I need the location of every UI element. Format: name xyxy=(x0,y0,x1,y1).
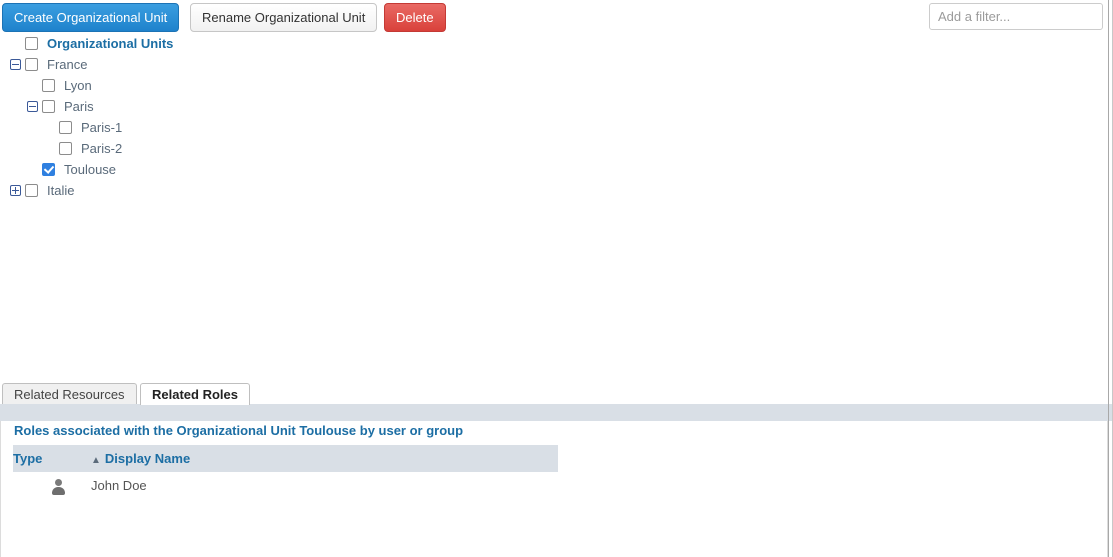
sort-ascending-icon: ▲ xyxy=(91,455,101,466)
panel-body: Roles associated with the Organizational… xyxy=(0,421,1108,557)
tree-node-toulouse[interactable]: Toulouse xyxy=(0,159,600,180)
tree-node-organizational-units[interactable]: Organizational Units xyxy=(0,33,600,54)
checkbox[interactable] xyxy=(25,58,38,71)
checkbox[interactable] xyxy=(42,79,55,92)
organizational-unit-tree: Organizational Units France Lyon Paris Paris… xyxy=(0,33,600,201)
tree-node-label: France xyxy=(47,57,88,72)
create-organizational-unit-button[interactable]: Create Organizational Unit xyxy=(2,3,180,32)
expand-icon[interactable] xyxy=(10,185,21,196)
column-header-type[interactable]: Type xyxy=(13,445,91,472)
tree-node-lyon[interactable]: Lyon xyxy=(0,75,600,96)
tree-node-label: Italie xyxy=(47,183,75,198)
cell-display-name: John Doe xyxy=(91,478,147,493)
tree-node-paris[interactable]: Paris xyxy=(0,96,600,117)
checkbox[interactable] xyxy=(42,163,55,176)
tree-node-label: Lyon xyxy=(64,78,92,93)
collapse-icon[interactable] xyxy=(27,101,38,112)
user-icon xyxy=(51,478,66,495)
tree-node-label: Toulouse xyxy=(64,162,117,177)
collapse-icon[interactable] xyxy=(10,59,21,70)
filter-input[interactable] xyxy=(929,3,1103,30)
checkbox[interactable] xyxy=(25,184,38,197)
table-row[interactable]: John Doe xyxy=(13,472,558,499)
related-info-panel: Related Resources Related Roles Roles as… xyxy=(0,381,1113,557)
right-edge-rule xyxy=(1108,0,1109,557)
roles-table: Type ▲ Display Name John Doe xyxy=(13,445,558,499)
tree-node-italie[interactable]: Italie xyxy=(0,180,600,201)
column-header-display-name-label: Display Name xyxy=(104,451,191,466)
tab-related-resources[interactable]: Related Resources xyxy=(2,383,137,405)
tree-node-label: Paris-1 xyxy=(81,120,123,135)
tree-node-label: Paris xyxy=(64,99,94,114)
toolbar: Create Organizational Unit Rename Organi… xyxy=(0,0,1113,36)
tree-node-paris-2[interactable]: Paris-2 xyxy=(0,138,600,159)
cell-type xyxy=(13,472,91,499)
tree-node-label: Paris-2 xyxy=(81,141,123,156)
tree-node-label: Organizational Units xyxy=(47,36,174,51)
delete-button[interactable]: Delete xyxy=(384,3,446,32)
tree-node-france[interactable]: France xyxy=(0,54,600,75)
tab-related-roles[interactable]: Related Roles xyxy=(140,383,250,405)
roles-table-body: John Doe xyxy=(13,472,558,499)
table-header-row: Type ▲ Display Name xyxy=(13,445,558,472)
tree-node-paris-1[interactable]: Paris-1 xyxy=(0,117,600,138)
checkbox[interactable] xyxy=(25,37,38,50)
checkbox[interactable] xyxy=(59,121,72,134)
panel-heading: Roles associated with the Organizational… xyxy=(14,423,464,438)
column-header-display-name[interactable]: ▲ Display Name xyxy=(91,445,558,472)
rename-organizational-unit-button[interactable]: Rename Organizational Unit xyxy=(190,3,378,32)
tab-strip: Related Resources Related Roles xyxy=(0,381,1113,405)
tab-band xyxy=(0,404,1113,421)
checkbox[interactable] xyxy=(42,100,55,113)
checkbox[interactable] xyxy=(59,142,72,155)
